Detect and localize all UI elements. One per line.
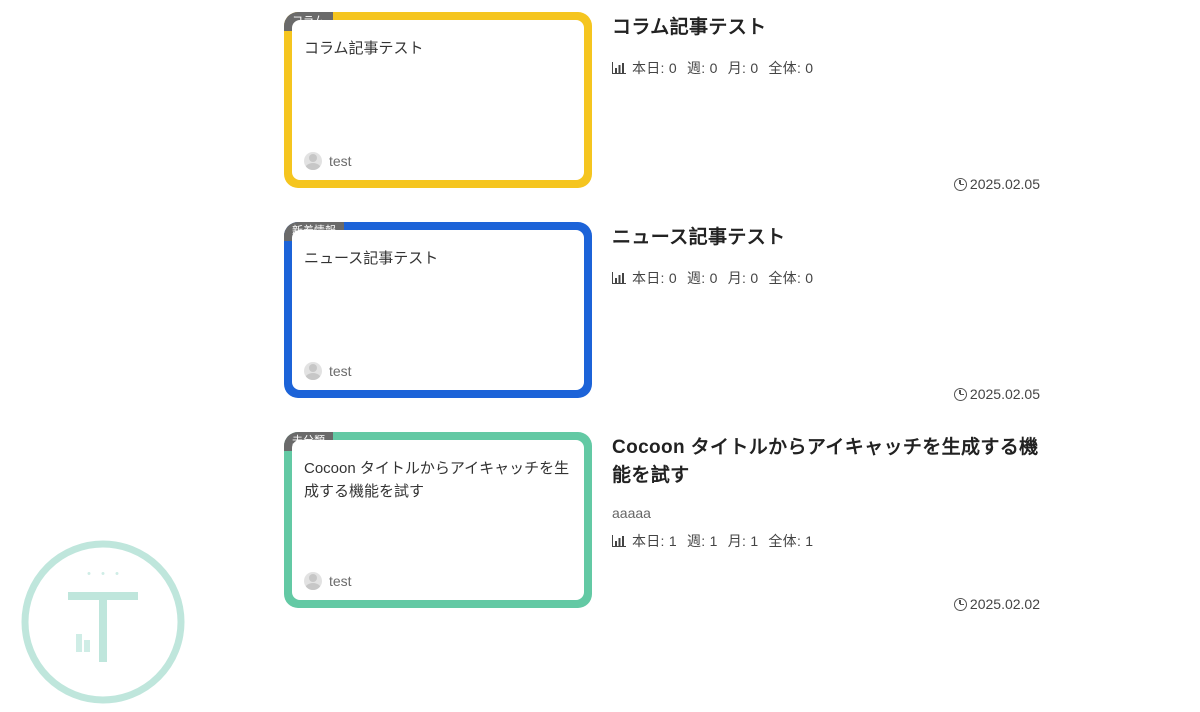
stat-week-label: 週: [687, 533, 705, 549]
stat-month-label: 月: [728, 60, 746, 76]
thumbnail-inner: コラム記事テスト test [292, 20, 584, 180]
post-date-text: 2025.02.02 [970, 596, 1040, 612]
post-body: コラム記事テスト 本日: 0 週: 0 月: 0 全体: 0 2025.02.0… [592, 12, 1040, 188]
stat-week-label: 週: [687, 270, 705, 286]
stat-week-label: 週: [687, 60, 705, 76]
avatar-icon [304, 362, 322, 380]
post-stats: 本日: 0 週: 0 月: 0 全体: 0 [612, 268, 1040, 288]
clock-icon [954, 388, 967, 401]
clock-icon [954, 178, 967, 191]
post-item[interactable]: 未分類 Cocoon タイトルからアイキャッチを生成する機能を試す test C… [284, 432, 1040, 608]
stat-month-label: 月: [728, 533, 746, 549]
stat-total-value: 0 [805, 60, 813, 76]
post-stats: 本日: 1 週: 1 月: 1 全体: 1 [612, 531, 1040, 551]
stat-today-label: 本日: [632, 533, 665, 549]
stat-month-value: 1 [750, 533, 758, 549]
post-date-text: 2025.02.05 [970, 386, 1040, 402]
thumbnail-inner: ニュース記事テスト test [292, 230, 584, 390]
post-stats: 本日: 0 週: 0 月: 0 全体: 0 [612, 58, 1040, 78]
post-thumbnail[interactable]: 未分類 Cocoon タイトルからアイキャッチを生成する機能を試す test [284, 432, 592, 608]
stat-today-value: 1 [669, 533, 677, 549]
post-item[interactable]: 新着情報 ニュース記事テスト test ニュース記事テスト 本日: 0 週: 0… [284, 222, 1040, 398]
stat-total-label: 全体: [768, 60, 801, 76]
stat-total-label: 全体: [768, 270, 801, 286]
stat-total-value: 1 [805, 533, 813, 549]
post-thumbnail[interactable]: コラム コラム記事テスト test [284, 12, 592, 188]
stat-total-label: 全体: [768, 533, 801, 549]
stat-month-label: 月: [728, 270, 746, 286]
post-date-text: 2025.02.05 [970, 176, 1040, 192]
post-item[interactable]: コラム コラム記事テスト test コラム記事テスト 本日: 0 週: 0 月:… [284, 12, 1040, 188]
bar-chart-icon [612, 535, 626, 547]
stat-month-value: 0 [750, 60, 758, 76]
stat-month-value: 0 [750, 270, 758, 286]
post-list: コラム コラム記事テスト test コラム記事テスト 本日: 0 週: 0 月:… [0, 0, 1040, 608]
avatar-icon [304, 572, 322, 590]
stat-week-value: 0 [710, 270, 718, 286]
stat-week-value: 1 [710, 533, 718, 549]
stat-today-value: 0 [669, 60, 677, 76]
post-title[interactable]: ニュース記事テスト [612, 224, 1040, 252]
thumbnail-inner: Cocoon タイトルからアイキャッチを生成する機能を試す test [292, 440, 584, 600]
post-thumbnail[interactable]: 新着情報 ニュース記事テスト test [284, 222, 592, 398]
thumbnail-author: test [304, 362, 352, 380]
post-date: 2025.02.02 [954, 596, 1040, 612]
author-name: test [329, 363, 352, 379]
thumbnail-title: Cocoon タイトルからアイキャッチを生成する機能を試す [304, 454, 572, 503]
bar-chart-icon [612, 62, 626, 74]
author-name: test [329, 573, 352, 589]
post-title[interactable]: Cocoon タイトルからアイキャッチを生成する機能を試す [612, 434, 1040, 489]
stat-total-value: 0 [805, 270, 813, 286]
stat-today-label: 本日: [632, 60, 665, 76]
avatar-icon [304, 152, 322, 170]
post-body: ニュース記事テスト 本日: 0 週: 0 月: 0 全体: 0 2025.02.… [592, 222, 1040, 398]
thumbnail-title: ニュース記事テスト [304, 244, 572, 271]
thumbnail-title: コラム記事テスト [304, 34, 572, 61]
bar-chart-icon [612, 272, 626, 284]
stat-week-value: 0 [710, 60, 718, 76]
post-date: 2025.02.05 [954, 386, 1040, 402]
thumbnail-author: test [304, 152, 352, 170]
post-date: 2025.02.05 [954, 176, 1040, 192]
post-body: Cocoon タイトルからアイキャッチを生成する機能を試す aaaaa 本日: … [592, 432, 1040, 608]
author-name: test [329, 153, 352, 169]
stat-today-label: 本日: [632, 270, 665, 286]
stat-today-value: 0 [669, 270, 677, 286]
post-title[interactable]: コラム記事テスト [612, 14, 1040, 42]
post-excerpt: aaaaa [612, 505, 1040, 521]
clock-icon [954, 598, 967, 611]
thumbnail-author: test [304, 572, 352, 590]
